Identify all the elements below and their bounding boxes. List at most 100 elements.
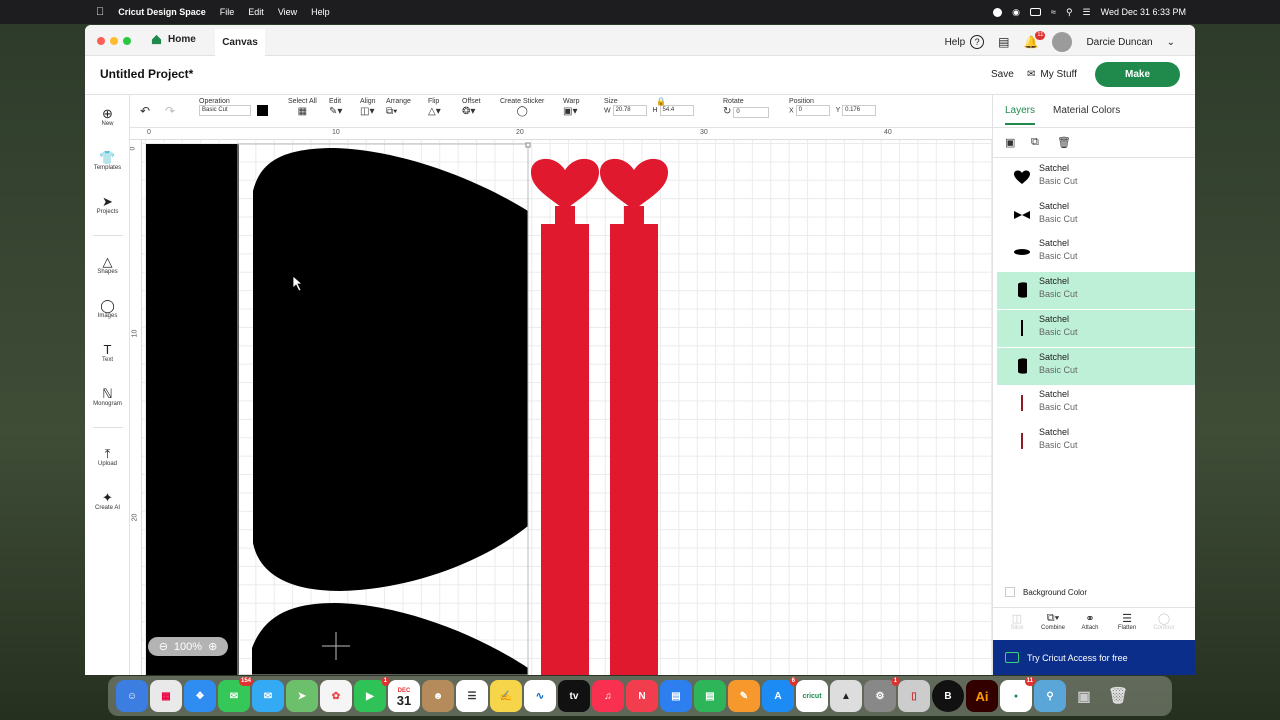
safari-icon[interactable]: ❖: [184, 680, 216, 712]
apple-icon[interactable]: : [96, 6, 104, 18]
tab-material-colors[interactable]: Material Colors: [1053, 105, 1120, 116]
notes-icon[interactable]: ✍: [490, 680, 522, 712]
sidebar-item-templates[interactable]: 👕 Templates: [85, 151, 130, 172]
red-strap-right[interactable]: [599, 158, 669, 675]
cricut-running-icon[interactable]: ● 11: [1000, 677, 1035, 712]
news-icon[interactable]: N: [626, 680, 658, 712]
operation-select[interactable]: Basic Cut: [199, 105, 251, 116]
calendar-icon[interactable]: DEC 31: [388, 680, 420, 712]
appletv-icon[interactable]: tv: [558, 680, 590, 712]
downloads-icon[interactable]: ▣: [1068, 680, 1100, 712]
zoom-out-icon[interactable]: ⊖: [159, 640, 168, 653]
control-center-icon[interactable]: ☰: [1083, 7, 1091, 18]
red-strap-left[interactable]: [530, 158, 600, 675]
sidebar-item-create-ai[interactable]: ✦ Create AI: [85, 491, 130, 512]
sidebar-item-projects[interactable]: ➤ Projects: [85, 195, 130, 216]
selectall-icon[interactable]: ▦: [298, 106, 307, 117]
mystuff-button[interactable]: ✉ My Stuff: [1027, 69, 1077, 80]
layer-item[interactable]: Satchel Basic Cut: [997, 385, 1195, 422]
width-field[interactable]: 20.78: [612, 105, 647, 116]
cricut-app-icon[interactable]: cricut: [796, 680, 828, 712]
launchpad-icon[interactable]: ▦: [150, 680, 182, 712]
sidebar-item-text[interactable]: T Text: [85, 343, 130, 364]
sidebar-item-images[interactable]: ◯ Images: [85, 299, 130, 320]
project-title[interactable]: Untitled Project*: [100, 67, 193, 81]
make-button[interactable]: Make: [1095, 62, 1180, 87]
layer-item[interactable]: Satchel Basic Cut: [997, 234, 1195, 271]
contacts-icon[interactable]: ☻: [422, 680, 454, 712]
freeform-icon[interactable]: ∿: [524, 680, 556, 712]
music-icon[interactable]: ♫: [592, 680, 624, 712]
menu-help[interactable]: Help: [311, 7, 330, 17]
b-app-icon[interactable]: B: [932, 680, 964, 712]
cricut-access-banner[interactable]: Try Cricut Access for free: [993, 640, 1195, 675]
zoom-window-button[interactable]: [123, 37, 131, 45]
pages-icon[interactable]: ✎: [728, 680, 760, 712]
offset-icon[interactable]: ❂▾: [462, 106, 475, 117]
avatar[interactable]: [1052, 32, 1073, 52]
layer-item[interactable]: Satchel Basic Cut: [997, 423, 1195, 460]
selection-handle[interactable]: [525, 142, 531, 148]
menu-edit[interactable]: Edit: [248, 7, 264, 17]
undo-icon[interactable]: ↶: [140, 104, 150, 118]
menubar-datetime[interactable]: Wed Dec 31 6:33 PM: [1101, 7, 1186, 17]
reminders-icon[interactable]: ☰: [456, 680, 488, 712]
flatten-button[interactable]: ☰ Flatten: [1107, 612, 1147, 631]
tab-canvas[interactable]: Canvas: [215, 29, 265, 56]
save-button[interactable]: Save: [991, 69, 1014, 80]
group-icon[interactable]: ▣: [1005, 136, 1015, 149]
checkbox[interactable]: [1005, 587, 1015, 597]
trash-icon[interactable]: 🗑: [1102, 680, 1134, 712]
rotate-field[interactable]: 0: [733, 106, 770, 118]
canvas-artwork[interactable]: [130, 128, 992, 675]
cc-icon[interactable]: ◉: [1012, 7, 1020, 18]
combine-button[interactable]: ⧉▾ Combine: [1033, 612, 1073, 631]
redo-icon[interactable]: ↷: [165, 104, 175, 118]
help-button[interactable]: Help ?: [945, 35, 985, 49]
menu-view[interactable]: View: [278, 7, 297, 17]
wifi-icon[interactable]: ≈: [1051, 7, 1056, 17]
warp-icon[interactable]: ▣▾: [563, 106, 577, 117]
align-icon[interactable]: ◫▾: [360, 106, 374, 117]
layer-item[interactable]: Satchel Basic Cut: [997, 159, 1195, 196]
black-panel-shape-lower[interactable]: [252, 603, 528, 675]
sidebar-item-upload[interactable]: ⤒ Upload: [85, 447, 130, 468]
menu-app-name[interactable]: Cricut Design Space: [118, 7, 206, 17]
illustrator-icon[interactable]: Ai: [966, 680, 998, 712]
finder-icon[interactable]: ☺: [116, 680, 148, 712]
y-field[interactable]: 0.176: [842, 105, 877, 116]
sidebar-item-shapes[interactable]: △ Shapes: [85, 255, 130, 276]
black-panel-shape[interactable]: [253, 148, 528, 591]
layer-item-selected[interactable]: Satchel Basic Cut: [997, 272, 1195, 309]
maps-icon[interactable]: ➤: [286, 680, 318, 712]
mail-icon[interactable]: ✉: [252, 680, 284, 712]
trash-icon[interactable]: 🗑: [1057, 136, 1071, 149]
zoom-in-icon[interactable]: ⊕: [208, 640, 217, 653]
user-name[interactable]: Darcie Duncan: [1086, 37, 1152, 48]
battery-icon[interactable]: [1029, 8, 1041, 16]
search-icon[interactable]: ⚲: [1066, 7, 1073, 18]
sticker-icon[interactable]: ◯: [517, 106, 528, 117]
photos-icon[interactable]: ✿: [320, 680, 352, 712]
messages-icon[interactable]: ✉ 154: [218, 677, 253, 712]
layer-item-selected[interactable]: Satchel Basic Cut: [997, 310, 1195, 347]
tab-home[interactable]: Home: [151, 34, 196, 45]
background-color-toggle[interactable]: Background Color: [1005, 587, 1087, 597]
contour-button[interactable]: ◯ Contour: [1144, 612, 1184, 631]
close-window-button[interactable]: [97, 37, 105, 45]
layer-item-selected[interactable]: Satchel Basic Cut: [997, 348, 1195, 385]
height-field[interactable]: 54.4: [659, 105, 694, 116]
lock-icon[interactable]: 🔒: [656, 97, 666, 106]
tab-layers[interactable]: Layers: [1005, 105, 1036, 125]
x-field[interactable]: 0: [795, 105, 830, 116]
color-swatch[interactable]: [256, 105, 268, 116]
design-canvas[interactable]: 0 10 20 30 40 0 10 20 ⊖ 100% ⊕: [130, 128, 992, 675]
numbers-icon[interactable]: ▤: [694, 680, 726, 712]
arrange-icon[interactable]: ⧉▾: [386, 106, 397, 117]
layer-item[interactable]: Satchel Basic Cut: [997, 197, 1195, 234]
bell-icon[interactable]: 🔔 11: [1024, 31, 1046, 49]
iphone-mirroring-icon[interactable]: ▯: [898, 680, 930, 712]
menu-file[interactable]: File: [220, 7, 235, 17]
minimize-window-button[interactable]: [110, 37, 118, 45]
inkscape-icon[interactable]: ▲: [830, 680, 862, 712]
